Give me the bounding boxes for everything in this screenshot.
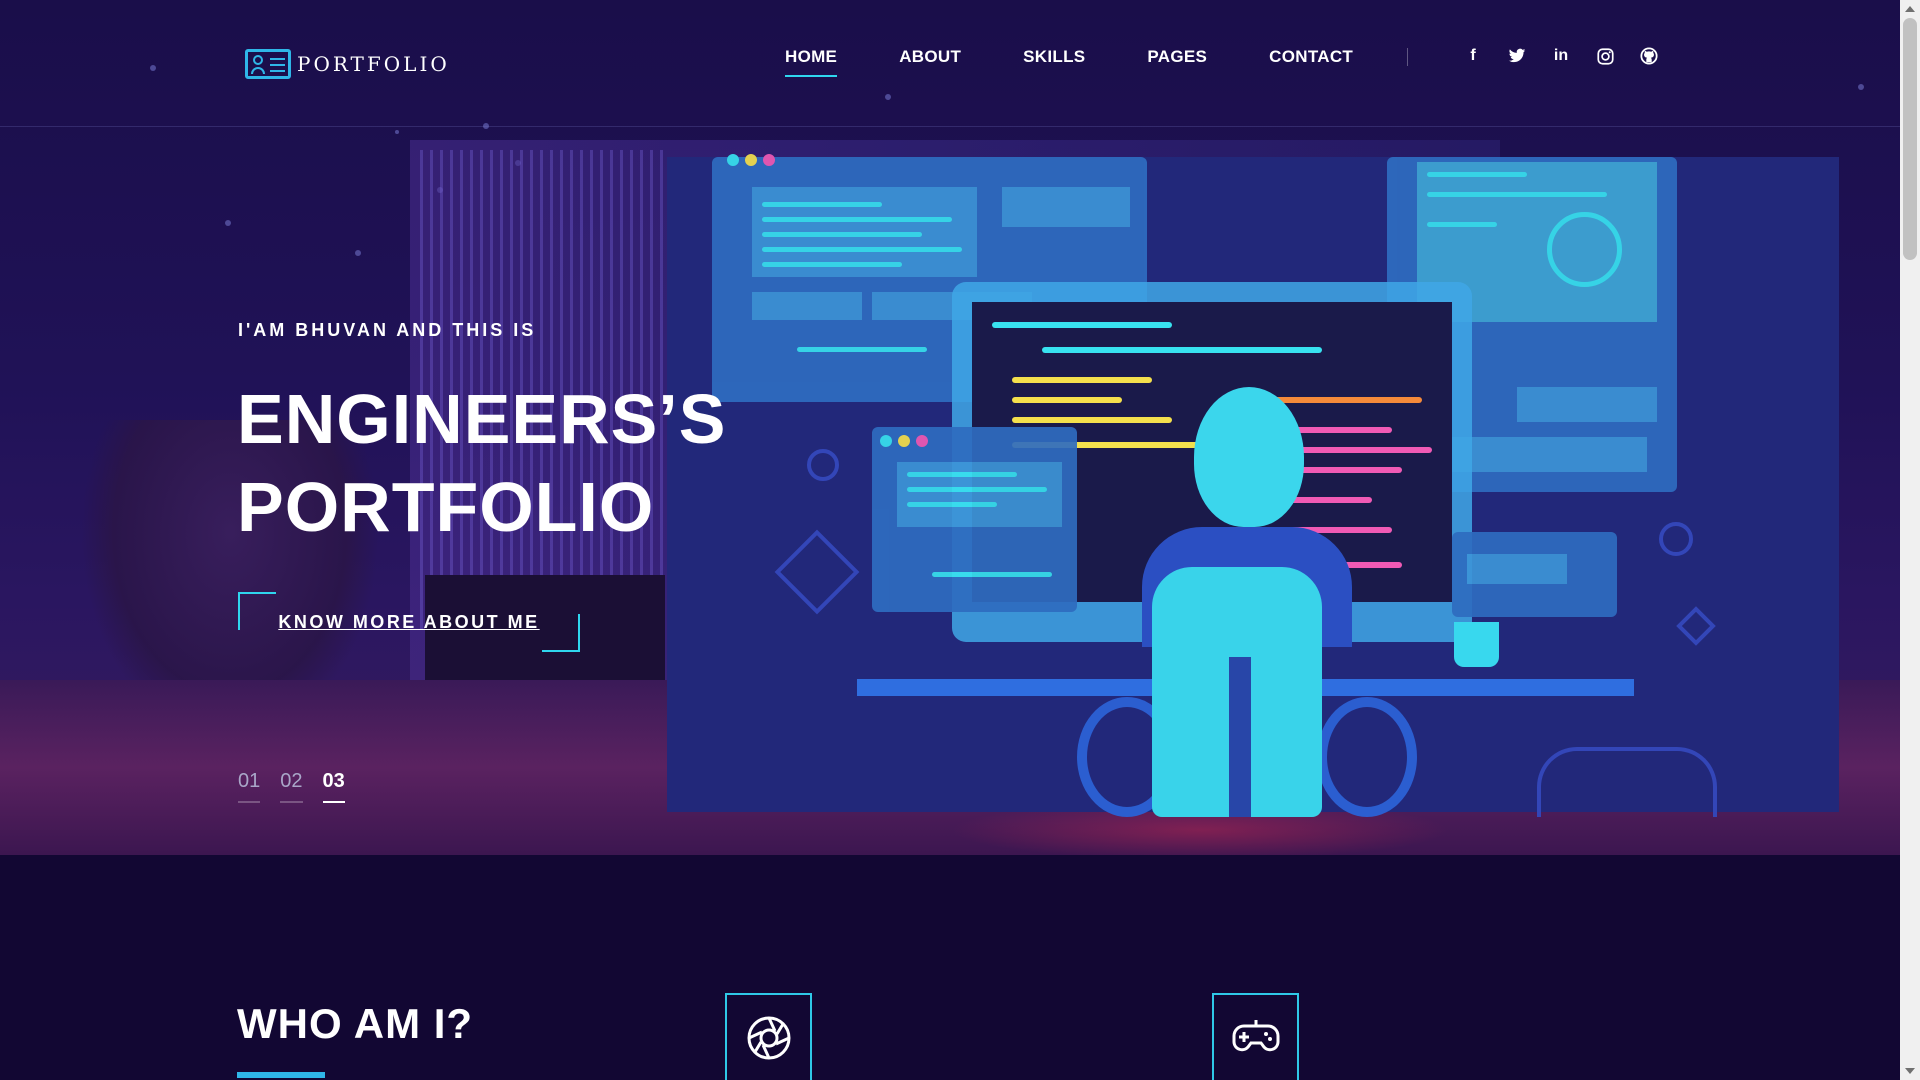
- slide-pagination: 01 02 03: [238, 770, 345, 803]
- circle-shape-right: [1659, 522, 1693, 556]
- social-links: f in: [1462, 45, 1660, 67]
- gamepad-icon: [1232, 1020, 1279, 1052]
- slide-indicator-03[interactable]: 03: [322, 770, 345, 803]
- aperture-icon: [747, 1016, 790, 1060]
- nav-about[interactable]: ABOUT: [899, 47, 961, 77]
- github-icon[interactable]: [1638, 45, 1660, 67]
- scroll-down-arrow-icon[interactable]: [1905, 1068, 1915, 1074]
- profile-card-icon: [245, 49, 291, 79]
- linkedin-icon[interactable]: in: [1550, 45, 1572, 67]
- nav-contact[interactable]: CONTACT: [1269, 47, 1353, 77]
- code-panel-small: [1452, 532, 1617, 617]
- chair-arm-right: [1317, 697, 1417, 817]
- site-logo[interactable]: PORTFOLIO: [245, 49, 450, 79]
- twitter-icon[interactable]: [1506, 45, 1528, 67]
- aperture-card: [725, 993, 812, 1080]
- diamond-shape-right: [1676, 606, 1716, 646]
- who-am-i-section: WHO AM I?: [0, 855, 1900, 1080]
- nav-pages[interactable]: PAGES: [1147, 47, 1207, 77]
- top-navigation: PORTFOLIO HOME ABOUT SKILLS PAGES CONTAC…: [0, 0, 1900, 127]
- slide-indicator-01[interactable]: 01: [238, 770, 261, 803]
- chair-pole: [1229, 657, 1251, 817]
- facebook-icon[interactable]: f: [1462, 45, 1484, 67]
- hero-kicker: I'AM BHUVAN AND THIS IS: [238, 320, 537, 340]
- hero-title: ENGINEERS’S PORTFOLIO: [237, 375, 837, 551]
- slide-indicator-02[interactable]: 02: [280, 770, 303, 803]
- logo-text: PORTFOLIO: [297, 52, 450, 76]
- hero-title-line-2: PORTFOLIO: [237, 468, 655, 546]
- nav-divider: [1407, 48, 1408, 66]
- cloud-upload-shape: [1537, 747, 1717, 817]
- developer-illustration: [667, 154, 1839, 817]
- nav-skills[interactable]: SKILLS: [1023, 47, 1085, 77]
- know-more-button[interactable]: KNOW MORE ABOUT ME: [238, 592, 580, 652]
- developer-head: [1194, 387, 1304, 527]
- instagram-icon[interactable]: [1594, 45, 1616, 67]
- title-underline: [237, 1072, 325, 1078]
- nav-home[interactable]: HOME: [785, 47, 838, 77]
- gamepad-card: [1212, 993, 1299, 1080]
- coffee-cup: [1454, 622, 1499, 667]
- section-title: WHO AM I?: [237, 1000, 474, 1047]
- scrollbar-thumb[interactable]: [1903, 18, 1917, 260]
- hero-title-line-1: ENGINEERS’S: [237, 380, 727, 458]
- scroll-up-arrow-icon[interactable]: [1905, 6, 1915, 12]
- main-menu: HOME ABOUT SKILLS PAGES CONTACT: [785, 47, 1415, 77]
- code-panel-bottom-left: [872, 427, 1077, 612]
